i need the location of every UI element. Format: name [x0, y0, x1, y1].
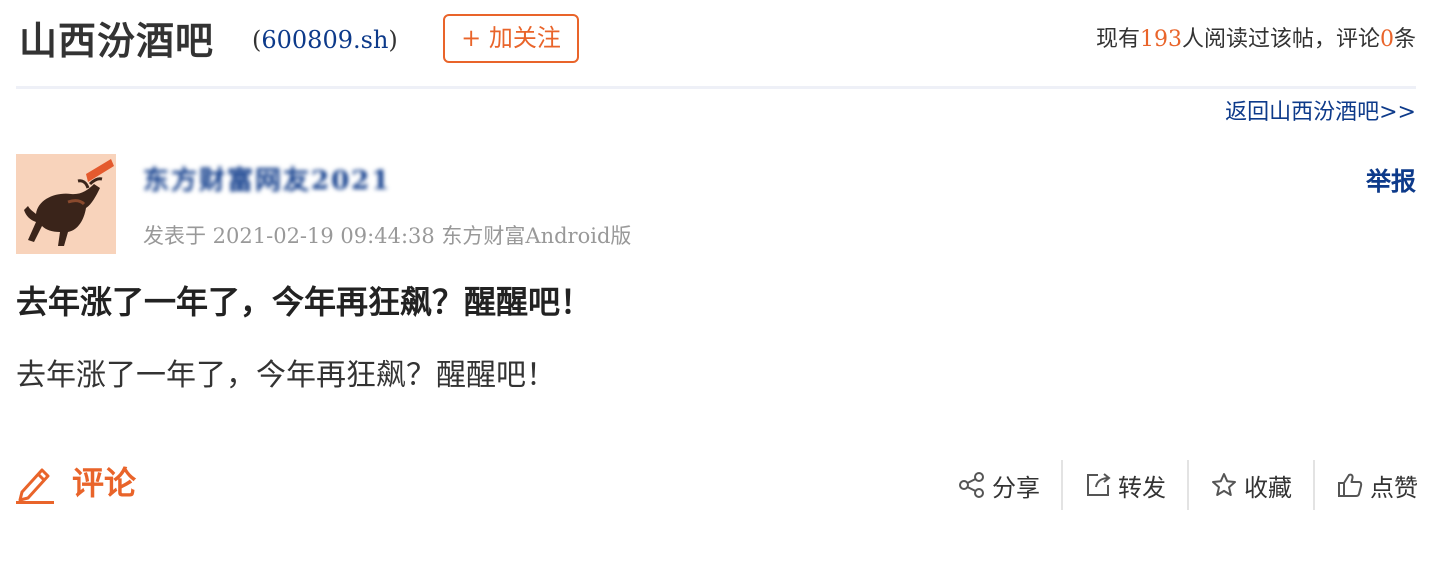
report-link[interactable]: 举报 [1366, 165, 1416, 199]
comment-button[interactable]: 评论 [16, 458, 136, 508]
comment-label: 评论 [72, 464, 137, 502]
comment-count: 0 [1379, 27, 1394, 52]
post-body: 去年涨了一年了，今年再狂飙？醒醒吧！ [16, 358, 556, 393]
back-to-bar-link[interactable]: 返回山西汾酒吧>> [1225, 97, 1416, 129]
bull-avatar-graphic [16, 154, 116, 254]
bull-avatar-icon[interactable] [16, 154, 116, 254]
forward-label: 转发 [1118, 473, 1166, 502]
action-divider [1061, 460, 1063, 510]
forward-button[interactable]: 转发 [1084, 460, 1166, 510]
action-divider [1313, 460, 1315, 510]
stock-code: (600809.sh) [252, 24, 398, 56]
like-button[interactable]: 点赞 [1336, 460, 1418, 510]
read-stats-middle: 人阅读过该帖，评论 [1181, 27, 1380, 52]
post-meta: 发表于 2021-02-19 09:44:38 东方财富Android版 [143, 224, 632, 248]
follow-button[interactable]: + 加关注 [443, 14, 579, 63]
share-icon [959, 472, 984, 498]
post-actions: 分享 转发 收藏 点赞 [958, 460, 1418, 510]
bar-title[interactable]: 山西汾酒吧 [19, 16, 214, 66]
post-page: 山西汾酒吧 (600809.sh) + 加关注 现有193人阅读过该帖，评论0条… [0, 0, 1438, 586]
thumbs-up-icon [1338, 473, 1363, 497]
stock-code-close: ) [388, 26, 398, 54]
read-stats-suffix: 条 [1393, 27, 1416, 52]
stock-code-link[interactable]: 600809.sh [261, 26, 388, 54]
favorite-button[interactable]: 收藏 [1210, 460, 1292, 510]
post-header: 山西汾酒吧 (600809.sh) + 加关注 现有193人阅读过该帖，评论0条 [16, 0, 1416, 86]
like-label: 点赞 [1370, 473, 1418, 502]
action-divider [1187, 460, 1189, 510]
forward-icon [1087, 473, 1111, 496]
favorite-label: 收藏 [1244, 473, 1292, 502]
post-title: 去年涨了一年了，今年再狂飙？醒醒吧！ [16, 283, 593, 321]
pencil-icon [16, 468, 54, 504]
share-button[interactable]: 分享 [958, 460, 1040, 510]
stock-code-open: ( [252, 26, 262, 54]
header-divider [16, 86, 1416, 89]
author-name[interactable]: 东方财富网友2021 [143, 163, 391, 199]
star-icon [1212, 473, 1236, 496]
read-stats-prefix: 现有 [1095, 27, 1140, 52]
read-count: 193 [1139, 27, 1182, 52]
share-label: 分享 [992, 473, 1040, 502]
read-stats: 现有193人阅读过该帖，评论0条 [1096, 24, 1416, 56]
